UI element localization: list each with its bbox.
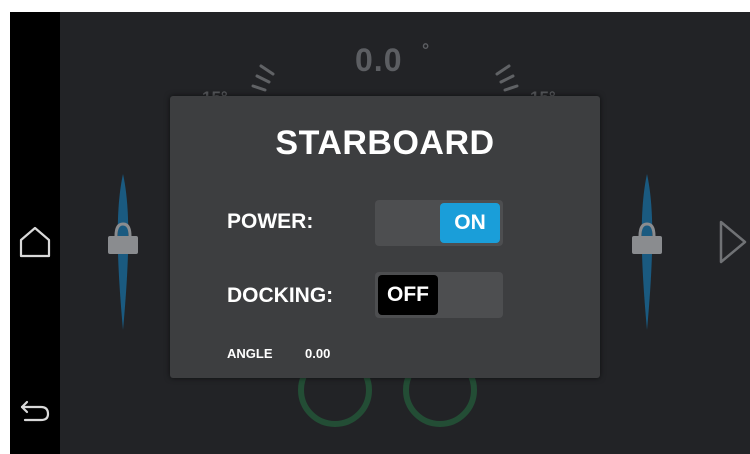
power-state: ON	[440, 203, 500, 243]
side-nav	[10, 12, 60, 454]
back-button[interactable]	[15, 390, 55, 430]
docking-state: OFF	[378, 275, 438, 315]
port-propeller[interactable]	[103, 172, 143, 332]
docking-toggle[interactable]: OFF	[375, 272, 503, 318]
starboard-propeller[interactable]	[627, 172, 667, 332]
angle-value: 0.00	[305, 346, 331, 361]
app-screen: 0.0 ° 15° 15° STARBOARD POWER: ON DOCKIN…	[10, 12, 750, 454]
starboard-dialog: STARBOARD POWER: ON DOCKING: OFF ANGLE 0…	[170, 96, 600, 378]
next-button[interactable]	[715, 212, 750, 272]
power-toggle[interactable]: ON	[375, 200, 503, 246]
home-icon	[15, 222, 55, 262]
angle-unit: °	[422, 40, 430, 60]
angle-label: ANGLE	[227, 346, 273, 361]
angle-readout: 0.0	[355, 42, 403, 78]
play-right-icon	[715, 220, 750, 276]
docking-label: DOCKING:	[227, 284, 334, 307]
back-arrow-icon	[15, 390, 55, 430]
power-label: POWER:	[227, 210, 314, 233]
dialog-title: STARBOARD	[275, 124, 495, 162]
home-button[interactable]	[15, 222, 55, 262]
